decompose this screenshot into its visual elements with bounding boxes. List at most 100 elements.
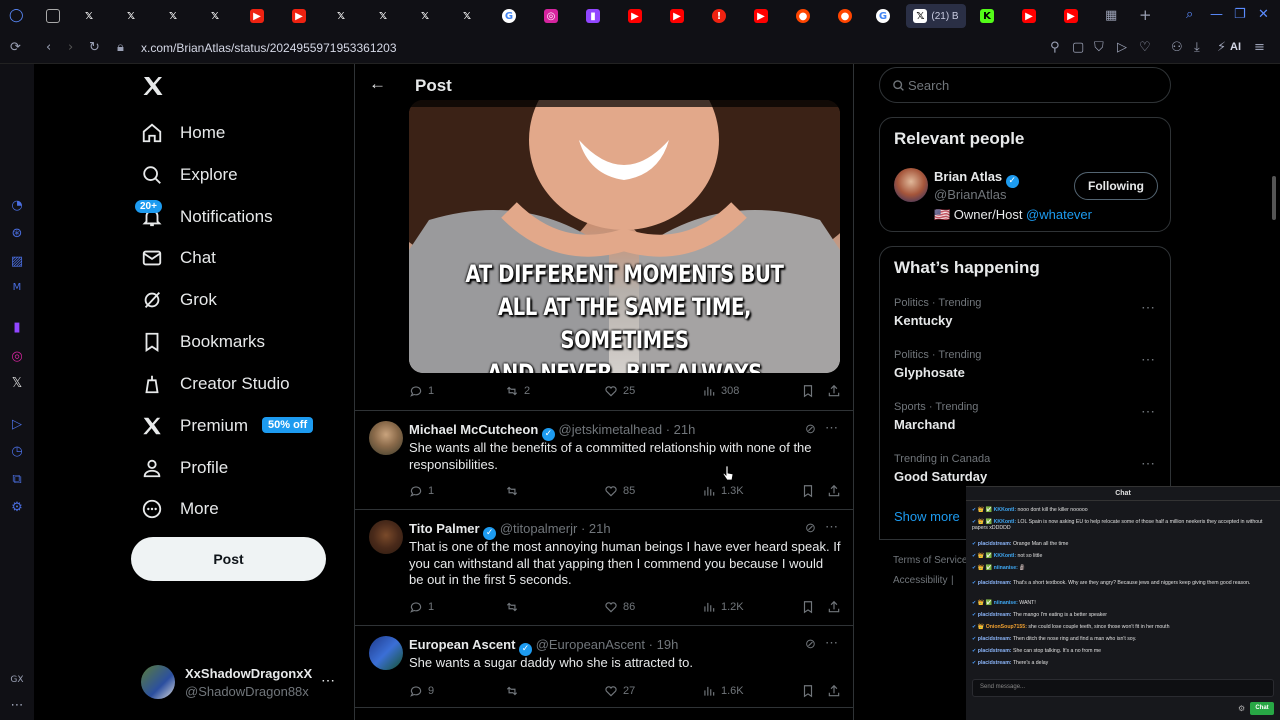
tab-x[interactable]: 𝕏 — [72, 4, 106, 28]
pin-icon[interactable]: ⚲ — [1050, 40, 1060, 56]
x-sidebar-icon[interactable]: 𝕏 — [9, 376, 25, 392]
reply-button[interactable]: 1 — [409, 484, 434, 498]
snapshot-icon[interactable]: ▢ — [1072, 40, 1084, 56]
page-scrollbar[interactable] — [1272, 176, 1276, 220]
like-button[interactable]: 27 — [604, 684, 635, 698]
extensions-icon[interactable]: ⧉ — [9, 472, 25, 488]
m-icon[interactable]: M — [9, 280, 25, 296]
reply-post[interactable]: Michael McCutcheon ✓ @jetskimetalhead · … — [355, 411, 853, 510]
close-window-icon[interactable]: ✕ — [1258, 7, 1269, 23]
bookmark-button[interactable] — [801, 684, 815, 698]
nav-notifications[interactable]: 20+ Notifications — [135, 200, 273, 232]
tab-youtube[interactable]: ▶ — [1012, 4, 1046, 28]
tab-x[interactable]: 𝕏 — [156, 4, 190, 28]
tab-grid-icon[interactable]: ▦ — [1105, 8, 1117, 24]
settings-icon[interactable]: ⚙ — [9, 500, 25, 516]
tab-google[interactable]: G — [866, 4, 900, 28]
shield-icon[interactable]: ⛉ — [1094, 40, 1104, 56]
tab-google[interactable]: G — [492, 4, 526, 28]
trend-item[interactable]: Politics · Trending Kentucky ⋯ — [880, 295, 1170, 343]
x-logo-icon[interactable] — [141, 74, 165, 103]
like-button[interactable]: 86 — [604, 600, 635, 614]
profile-icon[interactable]: ⚇ — [1171, 40, 1183, 56]
share-button[interactable] — [827, 384, 841, 398]
instagram-sidebar-icon[interactable]: ◎ — [9, 349, 25, 365]
new-tab-icon[interactable]: + — [1139, 7, 1152, 23]
tab-x[interactable]: 𝕏 — [114, 4, 148, 28]
tab-kick[interactable]: K — [970, 4, 1004, 28]
back-icon[interactable]: ‹ — [46, 40, 51, 56]
chat-settings-icon[interactable]: ⚙ — [1238, 704, 1245, 713]
tab-x[interactable]: 𝕏 — [324, 4, 358, 28]
trend-more-icon[interactable]: ⋯ — [1141, 455, 1156, 472]
views-button[interactable]: 1.3K — [702, 484, 744, 498]
tab-youtube[interactable]: ▶ — [744, 4, 778, 28]
twitch-sidebar-icon[interactable]: ▮ — [9, 320, 25, 336]
opera-logo-icon[interactable]: ◯ — [9, 8, 24, 24]
tab-active-x[interactable]: 𝕏 (21) B — [906, 4, 966, 28]
tab-reddit[interactable]: ● — [828, 4, 862, 28]
tab-youtube[interactable]: ▶ — [1054, 4, 1088, 28]
tab-x[interactable]: 𝕏 — [450, 4, 484, 28]
trend-item[interactable]: Sports · Trending Marchand ⋯ — [880, 399, 1170, 447]
reply-button[interactable]: 1 — [409, 600, 434, 614]
share-button[interactable] — [827, 484, 841, 498]
scan-icon[interactable]: ▨ — [9, 254, 25, 270]
bookmark-button[interactable] — [801, 484, 815, 498]
reply-button[interactable]: 9 — [409, 684, 434, 698]
grok-analyze-icon[interactable]: ⊘ — [805, 421, 816, 437]
chat-send-button[interactable]: Chat — [1250, 702, 1274, 715]
nav-creator-studio[interactable]: Creator Studio — [141, 369, 290, 399]
tab-twitch[interactable]: ▮ — [576, 4, 610, 28]
reload-icon[interactable]: ↻ — [89, 40, 100, 56]
sync-icon[interactable]: ⟳ — [10, 40, 21, 56]
tab-x[interactable]: 𝕏 — [198, 4, 232, 28]
bookmark-button[interactable] — [801, 600, 815, 614]
minimize-icon[interactable]: — — [1210, 7, 1223, 23]
accessibility-link[interactable]: Accessibility — [893, 575, 947, 586]
nav-bookmarks[interactable]: Bookmarks — [141, 327, 265, 357]
grok-analyze-icon[interactable]: ⊘ — [805, 520, 816, 536]
views-button[interactable]: 1.2K — [702, 600, 744, 614]
bookmark-button[interactable] — [801, 384, 815, 398]
avatar[interactable] — [894, 168, 928, 202]
url-field[interactable]: x.com/BrianAtlas/status/2024955971953361… — [141, 41, 397, 55]
tab-youtube[interactable]: ▶ — [660, 4, 694, 28]
tab-reddit[interactable]: ● — [786, 4, 820, 28]
nav-explore[interactable]: Explore — [141, 160, 238, 190]
trend-more-icon[interactable]: ⋯ — [1141, 403, 1156, 420]
nav-grok[interactable]: Grok — [141, 285, 217, 315]
person-name[interactable]: Brian Atlas ✓ — [934, 169, 1019, 188]
like-button[interactable]: 85 — [604, 484, 635, 498]
trend-item[interactable]: Politics · Trending Glyphosate ⋯ — [880, 347, 1170, 395]
tab-video[interactable]: ▶ — [240, 4, 274, 28]
repost-button[interactable] — [505, 484, 519, 498]
nav-home[interactable]: Home — [141, 118, 225, 148]
gx-icon[interactable]: GX — [9, 672, 25, 688]
menu-icon[interactable]: ≡ — [1254, 40, 1265, 56]
grok-analyze-icon[interactable]: ⊘ — [805, 636, 816, 652]
show-more-link[interactable]: Show more — [894, 509, 960, 524]
tab-x[interactable]: 𝕏 — [366, 4, 400, 28]
views-button[interactable]: 308 — [702, 384, 739, 398]
bio-link[interactable]: @whatever — [1026, 207, 1092, 222]
tab-youtube[interactable]: ▶ — [618, 4, 652, 28]
search-tabs-icon[interactable]: ⌕ — [1186, 7, 1193, 23]
share-button[interactable] — [827, 600, 841, 614]
trend-more-icon[interactable]: ⋯ — [1141, 351, 1156, 368]
search-box[interactable]: Search — [879, 67, 1171, 103]
tab-x[interactable]: 𝕏 — [408, 4, 442, 28]
post-button[interactable]: Post — [131, 537, 326, 581]
repost-button[interactable]: 2 — [505, 384, 530, 398]
trend-more-icon[interactable]: ⋯ — [1141, 299, 1156, 316]
reply-more-icon[interactable]: ⋯ — [825, 420, 838, 436]
nav-profile[interactable]: Profile — [141, 453, 228, 483]
forward-icon[interactable]: › — [68, 40, 73, 56]
nav-more[interactable]: More — [141, 494, 219, 524]
more-sidebar-icon[interactable]: ⋯ — [9, 698, 25, 714]
history-icon[interactable]: ◷ — [9, 444, 25, 460]
reply-more-icon[interactable]: ⋯ — [825, 519, 838, 535]
post-image[interactable]: AT DIFFERENT MOMENTS BUT ALL AT THE SAME… — [409, 100, 840, 373]
chat-input[interactable]: Send message... — [972, 679, 1274, 697]
tab-video[interactable]: ▶ — [282, 4, 316, 28]
